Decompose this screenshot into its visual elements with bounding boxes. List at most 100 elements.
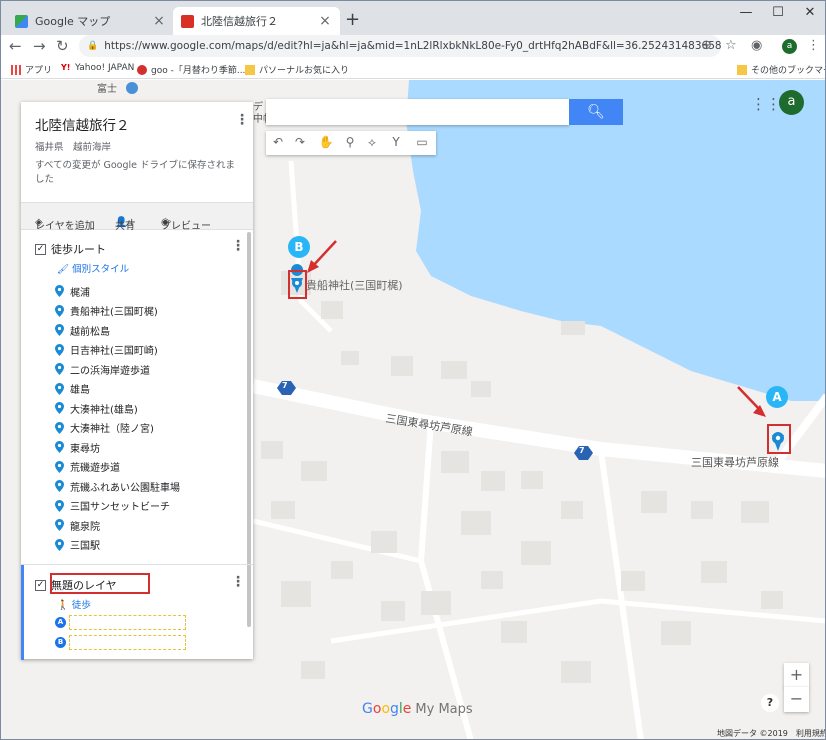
hand-icon[interactable]: ✋: [316, 135, 336, 149]
layer-name[interactable]: 徒歩ルート: [51, 241, 106, 257]
bookmark-star-icon[interactable]: ☆: [725, 38, 737, 53]
lock-icon: 🔒: [87, 41, 99, 51]
place-list-item[interactable]: 荒磯遊歩道: [55, 459, 120, 475]
layer-options-icon[interactable]: ⋮: [231, 238, 245, 254]
place-list-item[interactable]: 荒磯ふれあい公園駐車場: [55, 478, 180, 494]
place-name: 越前松島: [70, 326, 110, 338]
walking-mode-link[interactable]: 🚶 徒歩: [57, 597, 91, 611]
logo-letter: o: [381, 701, 391, 717]
my-maps-favicon-icon: [181, 14, 194, 28]
water-area: [406, 80, 825, 401]
close-tab-icon[interactable]: ×: [152, 13, 166, 29]
close-window-button[interactable]: ✕: [795, 5, 825, 20]
place-name: 二の浜海岸遊歩道: [70, 365, 150, 377]
add-marker-icon[interactable]: ⚲: [340, 135, 360, 149]
place-list-item[interactable]: 日吉神社(三国町崎): [55, 342, 158, 358]
url-text: https://www.google.com/maps/d/edit?hl=ja…: [104, 40, 721, 52]
draw-line-icon[interactable]: ⟡: [362, 135, 382, 150]
point-a-field[interactable]: [69, 615, 186, 630]
chrome-menu-icon[interactable]: ⋮: [807, 38, 820, 53]
place-pin-icon: [55, 402, 64, 414]
tab-title: 北陸信越旅行２: [201, 15, 278, 28]
place-pin-icon: [55, 421, 64, 434]
search-button[interactable]: 🔍︎: [569, 99, 623, 125]
place-pin-icon: [55, 519, 64, 531]
map-title[interactable]: 北陸信越旅行２: [35, 114, 130, 134]
poi-dot: [126, 82, 138, 94]
google-maps-favicon-icon: [15, 14, 28, 28]
close-tab-icon[interactable]: ×: [318, 13, 332, 29]
style-label: 個別スタイル: [72, 264, 130, 275]
place-list-item[interactable]: 三国サンセットビーチ: [55, 498, 170, 514]
map-search-input[interactable]: [266, 99, 569, 125]
profile-avatar[interactable]: a: [782, 39, 797, 54]
place-pin-icon: [55, 382, 64, 395]
panel-actions: ◈ レイヤを追加 👤+ 共有 ◉ プレビュー: [21, 202, 253, 232]
extension-icon[interactable]: ◉: [751, 38, 762, 53]
address-bar[interactable]: 🔒 https://www.google.com/maps/d/edit?hl=…: [79, 35, 721, 57]
place-list-item[interactable]: 雄島: [55, 381, 90, 397]
place-list-item[interactable]: 大湊神社(雄島): [55, 400, 138, 416]
zoom-in-button[interactable]: +: [784, 663, 809, 688]
place-pin-icon: [55, 441, 64, 453]
redo-icon[interactable]: ↷: [290, 135, 310, 149]
zoom-out-button[interactable]: −: [784, 687, 809, 712]
maximize-button[interactable]: ☐: [763, 5, 793, 20]
layer-options-icon[interactable]: ⋮: [231, 574, 245, 590]
highlight-box-layer: [50, 573, 150, 594]
marker-a-badge: A: [766, 386, 788, 408]
place-list-item[interactable]: 龍泉院: [55, 517, 100, 533]
place-list-item[interactable]: 東尋坊: [55, 439, 100, 455]
google-my-maps-logo: Google My Maps: [362, 701, 473, 717]
map-attribution[interactable]: 地図データ ©2019 利用規約: [717, 728, 825, 739]
yahoo-icon: Y!: [61, 63, 71, 72]
walking-person-icon: 🚶: [57, 600, 69, 611]
layer-checkbox[interactable]: ✓: [35, 579, 46, 591]
layer-checkbox[interactable]: ✓: [35, 243, 46, 255]
marker-b-badge: B: [288, 236, 310, 258]
place-list-item[interactable]: 三国駅: [55, 537, 100, 553]
account-avatar[interactable]: a: [779, 90, 804, 115]
bookmark-goo[interactable]: goo -「月替わり季節...: [137, 63, 245, 76]
place-name: 荒磯ふれあい公園駐車場: [70, 482, 180, 494]
search-icon: 🔍︎: [587, 104, 605, 120]
place-list-item[interactable]: 大湊神社（陸ノ宮): [55, 420, 154, 436]
bookmark-folder[interactable]: パソーナルお気に入り: [245, 63, 349, 76]
place-pin-icon: [55, 499, 64, 512]
map-description[interactable]: 福井県 越前海岸: [35, 139, 111, 153]
minimize-button[interactable]: —: [731, 5, 761, 20]
place-name: 貴船神社(三国町梶): [70, 307, 158, 318]
reload-icon[interactable]: ↻: [56, 37, 69, 55]
tab-google-maps[interactable]: Google マップ ×: [7, 7, 174, 35]
share-label: 共有: [115, 221, 135, 232]
undo-icon[interactable]: ↶: [268, 135, 288, 149]
ruler-icon[interactable]: ▭: [412, 135, 432, 149]
folder-icon: [737, 64, 747, 75]
highlight-box-a: [767, 424, 791, 454]
bookmark-yahoo[interactable]: Y! Yahoo! JAPAN: [61, 63, 134, 73]
point-b-field[interactable]: [69, 635, 186, 650]
place-list-item[interactable]: 二の浜海岸遊歩道: [55, 361, 150, 377]
individual-style-link[interactable]: 🖌 個別スタイル: [57, 261, 129, 275]
map-options-menu-icon[interactable]: ⋮: [235, 112, 249, 128]
place-list-item[interactable]: 梶浦: [55, 283, 90, 299]
goo-icon: [137, 64, 147, 75]
directions-icon[interactable]: Y: [386, 135, 406, 149]
place-list-item[interactable]: 貴船神社(三国町梶): [55, 303, 158, 319]
map-label-shrine[interactable]: 貴船神社(三国町梶): [306, 277, 403, 293]
tab-my-maps[interactable]: 北陸信越旅行２ ×: [173, 7, 340, 35]
place-name: 三国サンセットビーチ: [70, 502, 170, 513]
add-layer-label: レイヤを追加: [35, 221, 95, 232]
folder-icon: [245, 64, 255, 75]
bookmark-apps[interactable]: アプリ: [11, 63, 52, 76]
back-arrow-icon[interactable]: ←: [9, 37, 22, 55]
place-pin-icon: [55, 285, 64, 297]
place-pin-icon: [55, 363, 64, 375]
place-list-item[interactable]: 越前松島: [55, 322, 110, 338]
help-button[interactable]: ?: [761, 694, 779, 712]
other-bookmarks[interactable]: その他のブックマーク: [737, 63, 825, 76]
forward-arrow-icon[interactable]: →: [33, 37, 46, 55]
layer-walking-route[interactable]: ✓ 徒歩ルート: [35, 241, 106, 257]
zoom-icon[interactable]: ⊕: [701, 38, 712, 53]
new-tab-button[interactable]: +: [345, 9, 360, 30]
